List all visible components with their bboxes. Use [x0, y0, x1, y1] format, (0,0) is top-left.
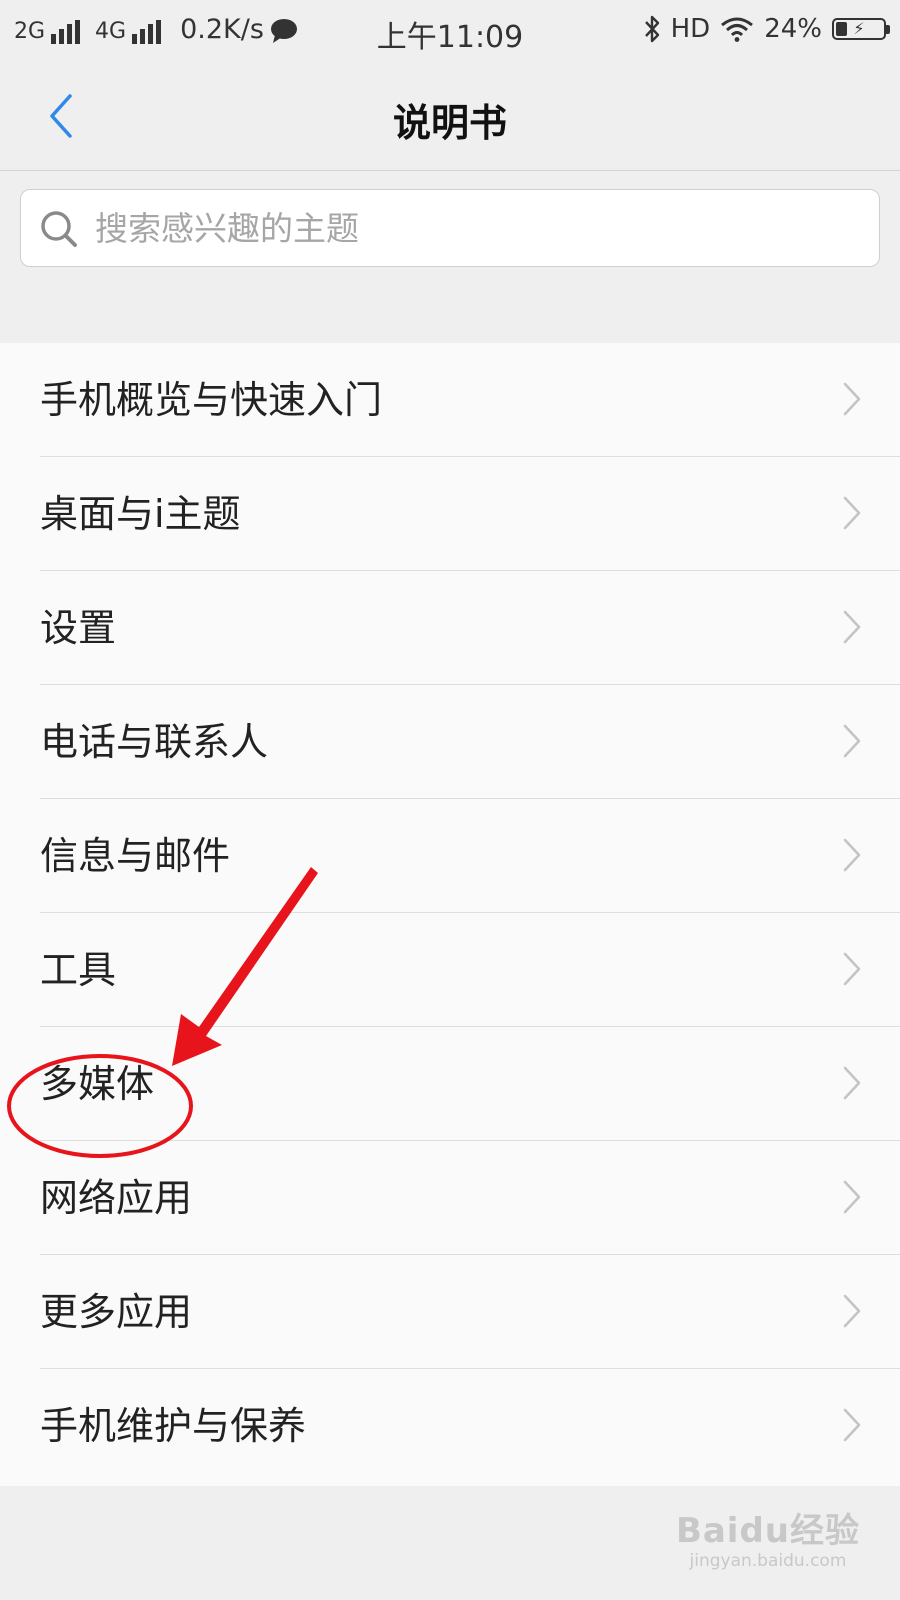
chevron-right-icon [843, 382, 861, 416]
bluetooth-icon [644, 15, 659, 43]
list-item-label: 电话与联系人 [40, 720, 269, 764]
list-item-tools[interactable]: 工具 [40, 913, 900, 1027]
wifi-icon [721, 17, 754, 42]
chevron-right-icon [843, 838, 861, 872]
battery-percent: 24% [764, 14, 822, 44]
list-item-phone-contacts[interactable]: 电话与联系人 [40, 685, 900, 799]
list-item-messages-email[interactable]: 信息与邮件 [40, 799, 900, 913]
list-item-label: 工具 [40, 948, 117, 992]
search-box[interactable] [20, 189, 880, 267]
list-item-label: 网络应用 [40, 1176, 193, 1220]
watermark-logo: Baidu经验 [675, 1511, 860, 1551]
chevron-right-icon [843, 1066, 861, 1100]
status-bar: 2G 4G 0.2K/s 上午11:09 HD 24% ⚡ [0, 0, 900, 64]
chevron-right-icon [843, 496, 861, 530]
list-item-label: 信息与邮件 [40, 834, 231, 878]
battery-icon: ⚡ [832, 18, 890, 40]
chevron-right-icon [843, 610, 861, 644]
charging-bolt-icon: ⚡ [853, 19, 865, 38]
list-item-desktop-themes[interactable]: 桌面与i主题 [40, 457, 900, 571]
list-item-label: 手机概览与快速入门 [40, 378, 383, 422]
manual-topic-list: 手机概览与快速入门 桌面与i主题 设置 电话与联系人 信息与邮件 工具 多媒体 … [0, 343, 900, 1486]
search-input[interactable] [95, 190, 855, 266]
watermark-url: jingyan.baidu.com [689, 1551, 847, 1571]
list-item-label: 桌面与i主题 [40, 492, 241, 536]
hd-label: HD [670, 14, 711, 44]
chevron-right-icon [843, 724, 861, 758]
app-header: 说明书 [0, 64, 900, 171]
list-item-label: 设置 [40, 606, 117, 650]
list-item-multimedia[interactable]: 多媒体 [40, 1027, 900, 1141]
chevron-right-icon [843, 952, 861, 986]
page-title: 说明书 [392, 101, 507, 145]
list-item-maintenance[interactable]: 手机维护与保养 [40, 1369, 900, 1486]
list-item-label: 多媒体 [40, 1062, 155, 1106]
search-icon [41, 211, 77, 247]
list-item-label: 手机维护与保养 [40, 1404, 307, 1448]
chevron-right-icon [843, 1408, 861, 1442]
list-item-label: 更多应用 [40, 1290, 193, 1334]
status-right: HD 24% ⚡ [643, 14, 890, 44]
list-item-network-apps[interactable]: 网络应用 [40, 1141, 900, 1255]
battery-level [836, 22, 847, 36]
search-area [0, 171, 900, 283]
baidu-watermark: Baidu经验 jingyan.baidu.com [676, 1512, 860, 1572]
chevron-right-icon [843, 1180, 861, 1214]
list-item-more-apps[interactable]: 更多应用 [40, 1255, 900, 1369]
list-item-settings[interactable]: 设置 [40, 571, 900, 685]
list-item-phone-overview[interactable]: 手机概览与快速入门 [40, 343, 900, 457]
chevron-right-icon [843, 1294, 861, 1328]
